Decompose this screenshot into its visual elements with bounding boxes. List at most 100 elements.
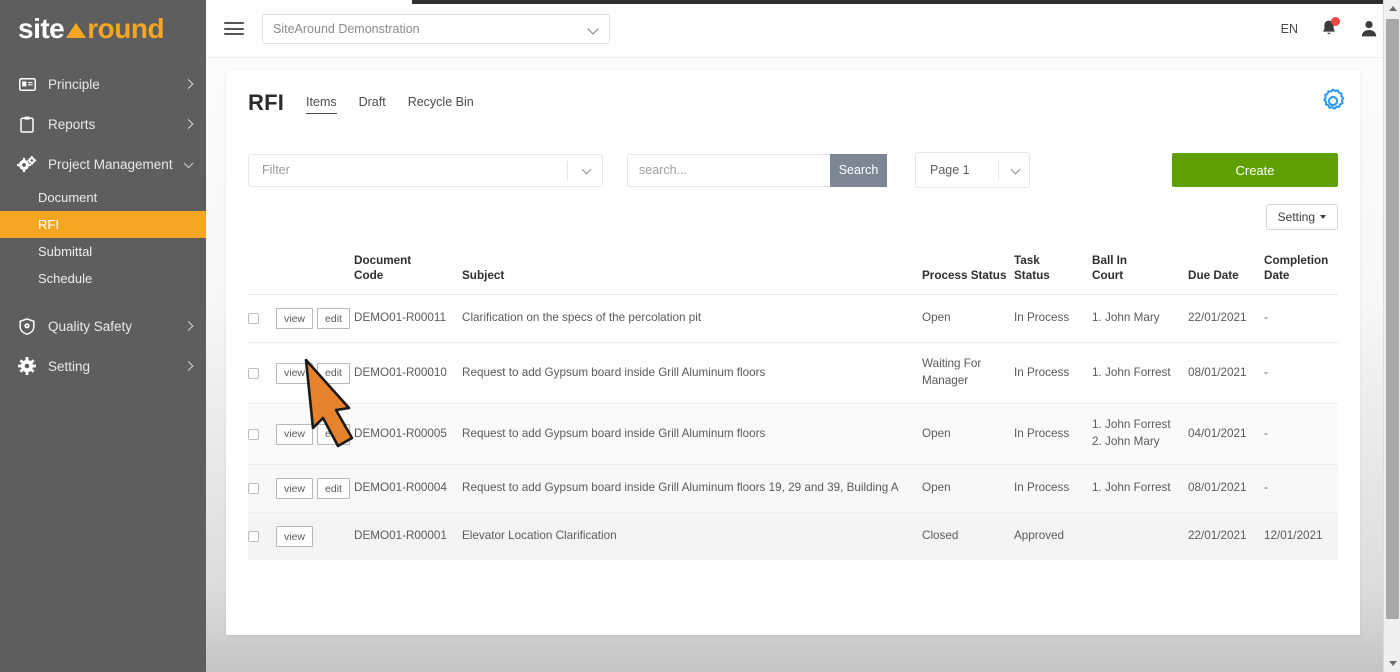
edit-button[interactable]: edit [317, 424, 350, 445]
chevron-right-icon [184, 321, 194, 331]
table-row[interactable]: vieweditDEMO01-R00005Request to add Gyps… [248, 404, 1338, 465]
page-selector[interactable]: Page 1 [915, 152, 1030, 188]
search-group: Search [627, 154, 887, 187]
sidebar-subitem-document[interactable]: Document [0, 184, 206, 211]
window-top-strip [412, 0, 1400, 4]
page-header: RFI Items Draft Recycle Bin [248, 70, 1338, 116]
triangle-down-icon [1389, 661, 1397, 666]
chevron-down-icon [587, 23, 598, 34]
sidebar-subitem-submittal[interactable]: Submittal [0, 238, 206, 265]
page-scrollbar[interactable] [1383, 0, 1400, 672]
notification-bell-icon[interactable] [1320, 19, 1338, 39]
row-action-group: viewedit [276, 308, 350, 329]
sidebar-item-principle[interactable]: Principle [0, 64, 206, 104]
col-due-date: Due Date [1188, 244, 1264, 295]
sidebar-item-reports[interactable]: Reports [0, 104, 206, 144]
sidebar-subitem-rfi[interactable]: RFI [0, 211, 206, 238]
cell-ball-in-court: 1. John Forrest2. John Mary [1092, 404, 1188, 465]
scroll-up-button[interactable] [1384, 0, 1400, 17]
tab-recycle-bin[interactable]: Recycle Bin [408, 95, 474, 114]
tab-draft[interactable]: Draft [359, 95, 386, 114]
col-label-line1: Ball In [1092, 254, 1127, 267]
row-checkbox[interactable] [248, 368, 259, 379]
row-actions-cell: viewedit [276, 465, 354, 513]
row-checkbox-cell [248, 295, 276, 343]
clipboard-icon [16, 114, 38, 134]
cell-completion-date: - [1264, 295, 1338, 343]
sidebar-subitem-schedule[interactable]: Schedule [0, 265, 206, 292]
cell-ball-in-court: 1. John Mary [1092, 295, 1188, 343]
gears-icon [16, 154, 38, 174]
cell-document-code: DEMO01-R00005 [354, 404, 462, 465]
view-button[interactable]: view [276, 308, 313, 329]
cell-subject: Request to add Gypsum board inside Grill… [462, 465, 922, 513]
cell-process-status: Closed [922, 513, 1014, 561]
cell-task-status: In Process [1014, 465, 1092, 513]
cell-due-date: 22/01/2021 [1188, 513, 1264, 561]
sidebar-item-project-management[interactable]: Project Management [0, 144, 206, 184]
view-button[interactable]: view [276, 526, 313, 547]
topbar: SiteAround Demonstration EN [206, 0, 1400, 58]
sidebar-subitem-label: Document [38, 190, 97, 205]
table-row[interactable]: vieweditDEMO01-R00010Request to add Gyps… [248, 343, 1338, 404]
row-action-group: viewedit [276, 424, 350, 445]
view-button[interactable]: view [276, 478, 313, 499]
hamburger-icon[interactable] [224, 19, 244, 39]
view-button[interactable]: view [276, 424, 313, 445]
row-checkbox-cell [248, 343, 276, 404]
col-label-line2: Status [1014, 269, 1050, 282]
row-checkbox[interactable] [248, 531, 259, 542]
sidebar-item-quality-safety[interactable]: Quality Safety [0, 306, 206, 346]
cell-completion-date: - [1264, 404, 1338, 465]
edit-button[interactable]: edit [317, 363, 350, 384]
cell-process-status: Open [922, 295, 1014, 343]
edit-button[interactable]: edit [317, 478, 350, 499]
cell-subject: Clarification on the specs of the percol… [462, 295, 922, 343]
sidebar: site round Principle Reports [0, 0, 206, 672]
sidebar-item-setting[interactable]: Setting [0, 346, 206, 386]
col-task-status: Task Status [1014, 244, 1092, 295]
table-row[interactable]: vieweditDEMO01-R00011Clarification on th… [248, 295, 1338, 343]
sidebar-nav: Principle Reports [0, 64, 206, 386]
cell-completion-date: - [1264, 465, 1338, 513]
cell-ball-in-court: 1. John Forrest [1092, 465, 1188, 513]
chevron-right-icon [184, 79, 194, 89]
sidebar-item-label: Quality Safety [48, 319, 132, 334]
scrollbar-thumb[interactable] [1386, 19, 1399, 619]
table-header-row: Document Code Subject Process Status Tas… [248, 244, 1338, 295]
rfi-table: Document Code Subject Process Status Tas… [248, 244, 1338, 560]
create-button[interactable]: Create [1172, 153, 1338, 187]
search-button[interactable]: Search [830, 154, 887, 187]
row-checkbox[interactable] [248, 313, 259, 324]
user-account-icon[interactable] [1360, 19, 1378, 39]
row-checkbox[interactable] [248, 483, 259, 494]
filter-select[interactable]: Filter [248, 154, 603, 187]
logo-triangle-icon [66, 23, 86, 38]
application-root: site round Principle Reports [0, 0, 1400, 672]
tab-items[interactable]: Items [306, 95, 337, 114]
col-label-line1: Completion [1264, 254, 1328, 267]
page-settings-gear-icon[interactable] [1318, 86, 1348, 121]
cell-due-date: 08/01/2021 [1188, 343, 1264, 404]
setting-dropdown-button[interactable]: Setting [1266, 204, 1338, 230]
gear-icon [16, 356, 38, 376]
sidebar-item-label: Reports [48, 117, 95, 132]
table-row[interactable]: viewDEMO01-R00001Elevator Location Clari… [248, 513, 1338, 561]
search-input[interactable] [627, 154, 830, 187]
col-subject: Subject [462, 244, 922, 295]
scroll-down-button[interactable] [1384, 655, 1400, 672]
project-selector[interactable]: SiteAround Demonstration [262, 14, 610, 44]
cell-task-status: In Process [1014, 404, 1092, 465]
table-row[interactable]: vieweditDEMO01-R00004Request to add Gyps… [248, 465, 1338, 513]
cell-due-date: 04/01/2021 [1188, 404, 1264, 465]
chevron-down-icon [582, 164, 592, 174]
sidebar-item-label: Principle [48, 77, 100, 92]
col-label-line2: Court [1092, 269, 1123, 282]
row-checkbox[interactable] [248, 429, 259, 440]
notification-badge [1331, 17, 1340, 26]
view-button[interactable]: view [276, 363, 313, 384]
app-logo[interactable]: site round [0, 0, 206, 58]
language-switcher[interactable]: EN [1281, 22, 1298, 36]
triangle-up-icon [1389, 6, 1397, 11]
edit-button[interactable]: edit [317, 308, 350, 329]
